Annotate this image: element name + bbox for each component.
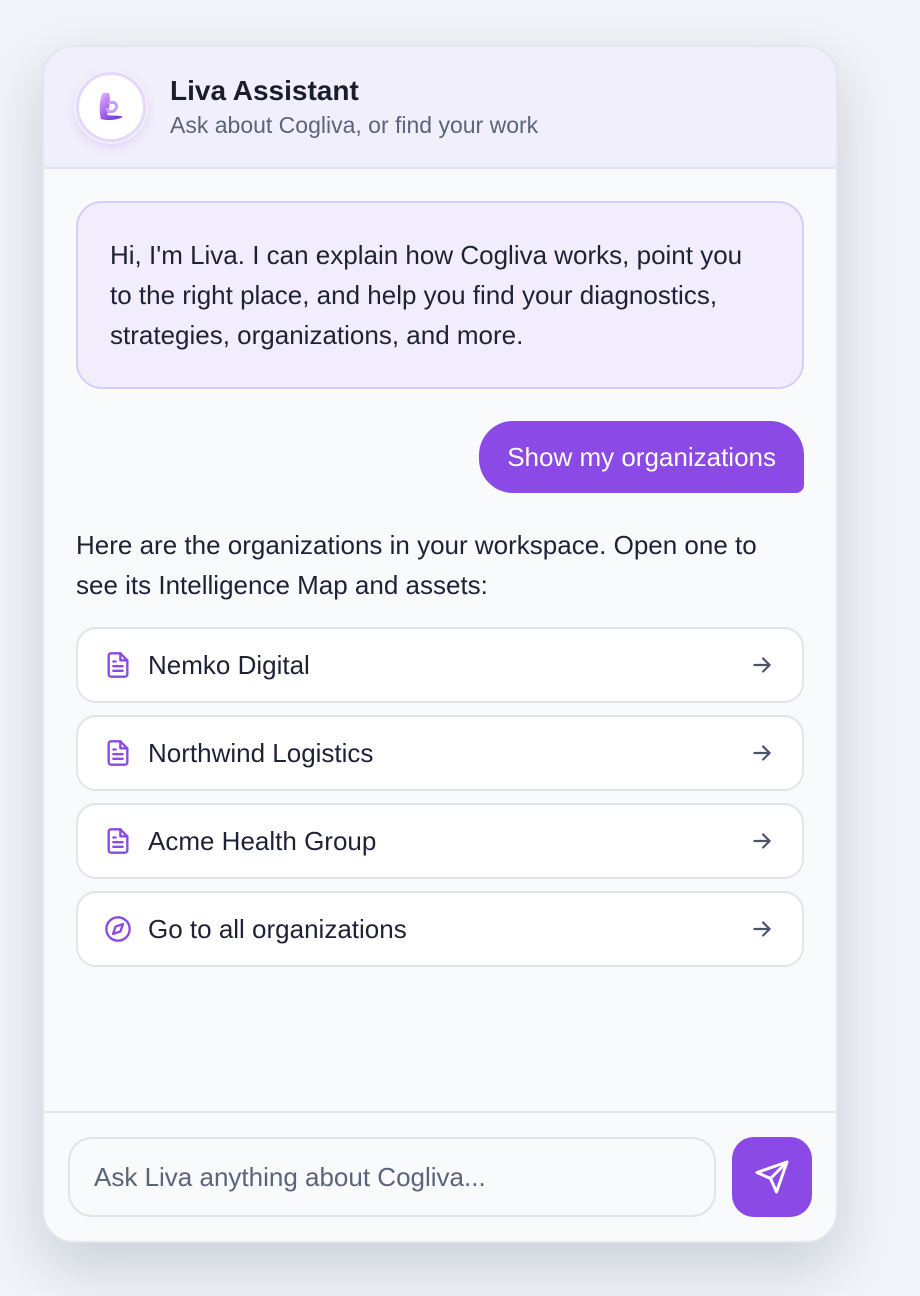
organization-link-list: Nemko Digital Northwind Logistics Acme H… <box>76 627 804 967</box>
message-composer <box>44 1111 836 1241</box>
org-link-acme-health-group[interactable]: Acme Health Group <box>76 803 804 879</box>
arrow-right-icon <box>748 739 776 767</box>
document-icon <box>102 649 134 681</box>
document-icon <box>102 825 134 857</box>
assistant-subtitle: Ask about Cogliva, or find your work <box>170 112 539 138</box>
arrow-right-icon <box>748 651 776 679</box>
chat-header: Liva Assistant Ask about Cogliva, or fin… <box>44 47 836 169</box>
liva-logo-icon <box>99 93 123 121</box>
user-message-bubble: Show my organizations <box>479 421 804 493</box>
liva-logo-avatar <box>76 72 146 142</box>
org-link-nemko-digital[interactable]: Nemko Digital <box>76 627 804 703</box>
all-organizations-label: Go to all organizations <box>148 913 407 944</box>
message-input[interactable] <box>68 1137 717 1217</box>
send-icon <box>755 1160 789 1194</box>
assistant-reply-text: Here are the organizations in your works… <box>76 530 757 600</box>
chat-panel: Liva Assistant Ask about Cogliva, or fin… <box>42 45 838 1243</box>
compass-icon <box>102 913 134 945</box>
document-icon <box>102 737 134 769</box>
org-link-label: Northwind Logistics <box>148 737 374 768</box>
arrow-right-icon <box>748 915 776 943</box>
assistant-greeting-bubble: Hi, I'm Liva. I can explain how Cogliva … <box>76 201 804 389</box>
org-link-label: Nemko Digital <box>148 649 310 680</box>
chat-body[interactable]: Hi, I'm Liva. I can explain how Cogliva … <box>44 169 836 1111</box>
all-organizations-link[interactable]: Go to all organizations <box>76 891 804 967</box>
org-link-northwind-logistics[interactable]: Northwind Logistics <box>76 715 804 791</box>
arrow-right-icon <box>748 827 776 855</box>
assistant-title: Liva Assistant <box>170 75 359 106</box>
org-link-label: Acme Health Group <box>148 825 377 856</box>
send-button[interactable] <box>732 1137 812 1217</box>
